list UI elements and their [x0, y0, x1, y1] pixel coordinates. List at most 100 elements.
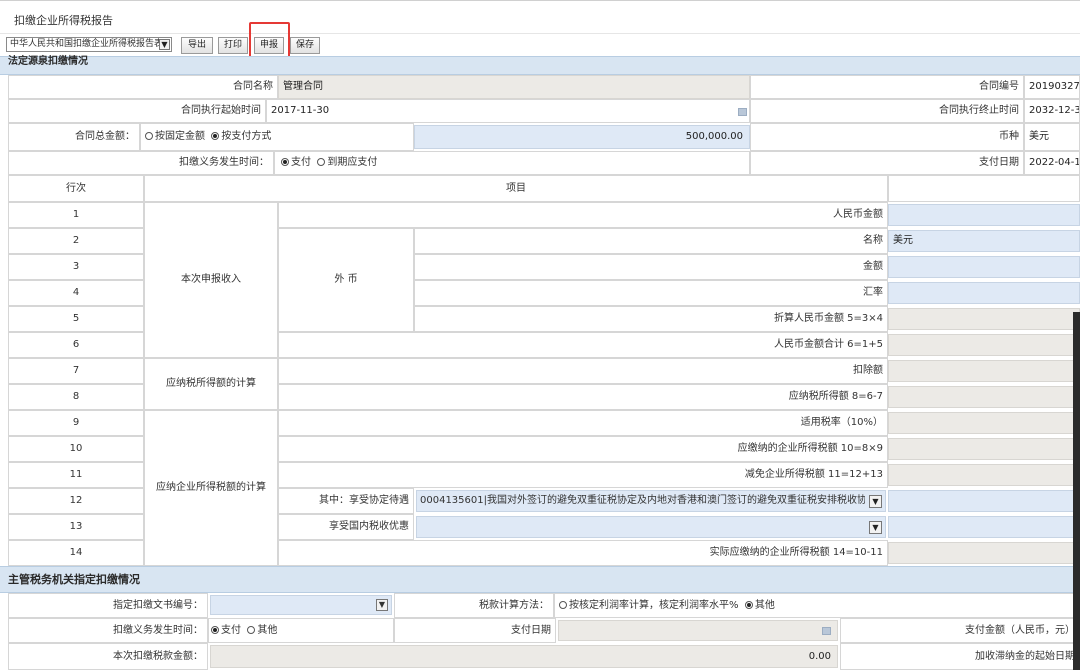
contract-start-field[interactable]: 2017-11-30	[266, 99, 750, 123]
amount-field-8	[888, 386, 1080, 408]
treaty-label: 其中：享受协定待遇	[278, 488, 414, 514]
doc-no-select[interactable]: ▼	[210, 595, 392, 615]
section-title-statutory: 法定源泉扣缴情况	[8, 56, 88, 67]
currency-label: 币种	[750, 123, 1024, 151]
pay-date2-field[interactable]	[558, 620, 838, 641]
scrollbar[interactable]	[1073, 312, 1080, 670]
row-no: 7	[8, 358, 144, 384]
amount-field-2[interactable]: 美元	[888, 230, 1080, 252]
contract-end-field[interactable]: 2032-12-31	[1024, 99, 1080, 123]
page-header: 扣缴企业所得税报告	[0, 0, 1080, 34]
amount-field-14	[888, 542, 1080, 564]
row-no: 6	[8, 332, 144, 358]
radio-method-rate-label: 按核定利润率计算，核定利润率水平%	[569, 600, 739, 611]
currency-field[interactable]: 美元	[1024, 123, 1080, 151]
item-label: 扣除额	[278, 358, 888, 384]
total-amount-options: 按固定金额 按支付方式	[140, 123, 414, 151]
radio-fixed[interactable]	[145, 132, 153, 140]
row-no: 12	[8, 488, 144, 514]
item-label: 减免企业所得税额 11=12+13	[278, 462, 888, 488]
domestic-select[interactable]: ▼	[416, 516, 886, 538]
row-no: 5	[8, 306, 144, 332]
amount-field-3[interactable]	[888, 256, 1080, 278]
calendar-icon[interactable]	[822, 627, 831, 635]
contract-name-field[interactable]: 管理合同	[278, 75, 750, 99]
contract-number-field[interactable]: 2019032740	[1024, 75, 1080, 99]
section-header-statutory: 法定源泉扣缴情况	[0, 56, 1080, 75]
pay-date-field[interactable]: 2022-04-19	[1024, 151, 1080, 175]
row-no: 1	[8, 202, 144, 228]
row-no: 3	[8, 254, 144, 280]
radio-duty2-other[interactable]	[247, 626, 256, 634]
item-label: 应缴纳的企业所得税额 10=8×9	[278, 436, 888, 462]
method-options: 按核定利润率计算，核定利润率水平% 其他	[554, 593, 1080, 618]
item-label: 适用税率（10%）	[278, 410, 888, 436]
pay-amount-label: 支付金额（人民币，元）	[840, 618, 1080, 643]
contract-name-label: 合同名称	[8, 75, 278, 99]
domestic-label: 享受国内税收优惠	[278, 514, 414, 540]
row-no: 10	[8, 436, 144, 462]
report-type-select[interactable]: 中华人民共和国扣缴企业所得税报告表 ▼	[6, 37, 172, 52]
print-button[interactable]: 打印	[218, 37, 248, 54]
col-header-row: 行次	[8, 175, 144, 202]
report-type-value: 中华人民共和国扣缴企业所得税报告表	[10, 39, 164, 49]
section-header-designated: 主管税务机关指定扣缴情况	[0, 566, 1080, 593]
chevron-down-icon[interactable]: ▼	[159, 39, 170, 50]
col-header-amount	[888, 175, 1080, 202]
total-amount-label: 合同总金额：	[8, 123, 140, 151]
contract-start-label: 合同执行起始时间	[8, 99, 266, 123]
section-title-designated: 主管税务机关指定扣缴情况	[8, 573, 140, 586]
group-taxable: 应纳税所得额的计算	[144, 358, 278, 410]
radio-duty-due-label: 到期应支付	[327, 157, 378, 168]
late-fee-start-label: 加收滞纳金的起始日期	[840, 643, 1080, 670]
total-amount-field[interactable]: 500,000.00	[414, 125, 750, 149]
row-no: 13	[8, 514, 144, 540]
chevron-down-icon[interactable]: ▼	[376, 599, 388, 611]
item-label: 人民币金额合计 6=1+5	[278, 332, 888, 358]
item-label: 实际应缴纳的企业所得税额 14=10-11	[278, 540, 888, 566]
amount-field-5	[888, 308, 1080, 330]
export-button[interactable]: 导出	[181, 37, 213, 54]
doc-no-label: 指定扣缴文书编号：	[8, 593, 208, 618]
item-label: 人民币金额	[278, 202, 888, 228]
radio-duty-due[interactable]	[317, 158, 326, 166]
radio-fixed-label: 按固定金额	[155, 131, 205, 142]
tax-amount-field: 0.00	[210, 645, 838, 668]
treaty-select[interactable]: 0004135601|我国对外签订的避免双重征税协定及内地对香港和澳门签订的避免…	[416, 490, 886, 512]
radio-method-other-label: 其他	[754, 600, 775, 611]
radio-duty2-pay[interactable]	[211, 626, 219, 634]
amount-field-13[interactable]	[888, 516, 1080, 538]
amount-field-11	[888, 464, 1080, 486]
contract-start-value: 2017-11-30	[271, 105, 330, 116]
item-label: 金额	[414, 254, 888, 280]
radio-duty-pay-label: 支付	[291, 157, 311, 168]
tax-amount-label: 本次扣缴税款金额：	[8, 643, 208, 670]
col-header-item: 项目	[144, 175, 888, 202]
group-foreign: 外 币	[278, 228, 414, 332]
item-label: 汇率	[414, 280, 888, 306]
chevron-down-icon[interactable]: ▼	[869, 521, 882, 534]
amount-field-1[interactable]	[888, 204, 1080, 226]
radio-duty-pay[interactable]	[281, 158, 289, 166]
duty2-options: 支付 其他	[208, 618, 394, 643]
amount-field-6	[888, 334, 1080, 356]
item-label: 应纳税所得额 8=6-7	[278, 384, 888, 410]
amount-field-12[interactable]	[888, 490, 1080, 512]
radio-duty2-other-label: 其他	[257, 625, 278, 636]
radio-method-other[interactable]	[744, 601, 753, 609]
save-button[interactable]: 保存	[290, 37, 320, 54]
group-tax: 应纳企业所得税额的计算	[144, 410, 278, 566]
amount-field-4[interactable]	[888, 282, 1080, 304]
method-label: 税款计算方法：	[394, 593, 554, 618]
radio-method-rate[interactable]	[559, 601, 567, 609]
contract-end-label: 合同执行终止时间	[750, 99, 1024, 123]
item-label: 名称	[414, 228, 888, 254]
radio-by-payment[interactable]	[211, 132, 220, 140]
page-title: 扣缴企业所得税报告	[14, 14, 113, 27]
toolbar: 中华人民共和国扣缴企业所得税报告表 ▼ 导出 打印 申报 保存	[0, 36, 1080, 56]
duty-time-label: 扣缴义务发生时间：	[8, 151, 274, 175]
row-no: 8	[8, 384, 144, 410]
chevron-down-icon[interactable]: ▼	[869, 495, 882, 508]
row-no: 4	[8, 280, 144, 306]
calendar-icon[interactable]	[738, 108, 747, 116]
